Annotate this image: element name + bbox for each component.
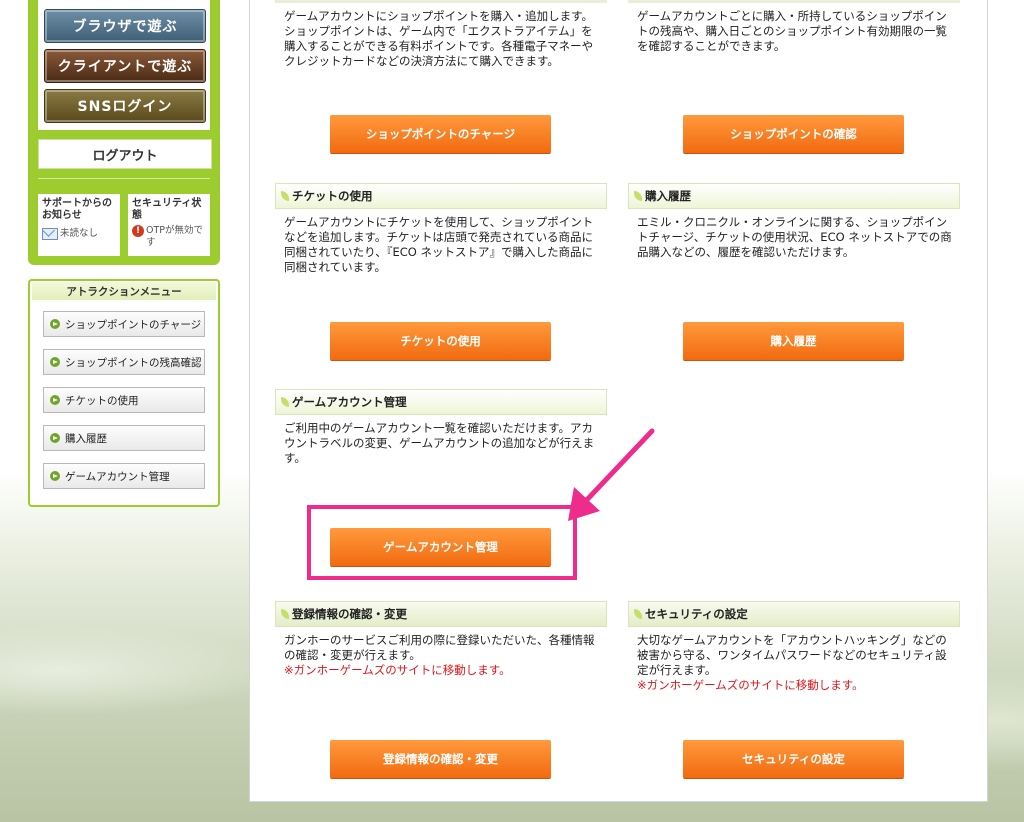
support-notice-box[interactable]: サポートからのお知らせ 未読なし	[38, 194, 120, 256]
shop-point-charge-button[interactable]: ショップポイントのチャージ	[330, 115, 551, 153]
security-status-box[interactable]: セキュリティ状態 ! OTPが無効です	[128, 194, 210, 256]
account-section-header: ゲームアカウント管理	[275, 389, 607, 415]
support-notice-status: 未読なし	[60, 228, 99, 239]
support-notice-title: サポートからのお知らせ	[42, 198, 112, 221]
menu-item-label: チケットの使用	[65, 394, 139, 407]
ticket-section-title: チケットの使用	[292, 189, 373, 203]
shop-point-confirm-button[interactable]: ショップポイントの確認	[683, 115, 904, 153]
security-status-text: OTPが無効です	[146, 225, 204, 248]
menu-item-ticket-use[interactable]: チケットの使用	[43, 387, 205, 413]
registration-external-note: ※ガンホーゲームズのサイトに移動します。	[284, 663, 511, 677]
menu-item-label: ショップポイントの残高確認	[65, 356, 202, 369]
play-in-client-button[interactable]: クライアントで遊ぶ	[44, 49, 206, 83]
security-description: 大切なゲームアカウントを「アカウントハッキング」などの被害から守る、ワンタイムパ…	[637, 633, 947, 677]
ticket-section-header: チケットの使用	[275, 183, 607, 209]
history-section-title: 購入履歴	[645, 189, 691, 203]
section-header-edge	[275, 0, 607, 3]
play-in-browser-button[interactable]: ブラウザで遊ぶ	[44, 9, 206, 43]
play-bullet-icon	[50, 319, 60, 329]
play-bullet-icon	[50, 395, 60, 405]
security-external-note: ※ガンホーゲームズのサイトに移動します。	[637, 678, 864, 692]
menu-item-game-account-management[interactable]: ゲームアカウント管理	[43, 463, 205, 489]
account-description: ご利用中のゲームアカウント一覧を確認いただけます。アカウントラベルの変更、ゲーム…	[284, 421, 595, 465]
security-settings-button[interactable]: セキュリティの設定	[683, 740, 904, 778]
play-bullet-icon	[50, 357, 60, 367]
confirm-description: ゲームアカウントごとに購入・所持しているショップポイントの残高や、購入日ごとのシ…	[637, 9, 948, 53]
leaf-icon	[281, 609, 289, 619]
pointer-arrow-icon	[568, 428, 655, 521]
purchase-history-button[interactable]: 購入履歴	[683, 322, 904, 360]
history-section-header: 購入履歴	[628, 183, 960, 209]
sns-login-button[interactable]: SNSログイン	[44, 89, 206, 123]
play-bullet-icon	[50, 471, 60, 481]
menu-item-label: ショップポイントのチャージ	[65, 318, 202, 331]
ticket-description: ゲームアカウントにチケットを使用して、ショップポイントなどを追加します。チケット…	[284, 215, 594, 274]
registration-info-button[interactable]: 登録情報の確認・変更	[330, 740, 551, 778]
attraction-menu-title: アトラクションメニュー	[32, 282, 216, 300]
play-bullet-icon	[50, 433, 60, 443]
menu-item-label: ゲームアカウント管理	[65, 470, 170, 483]
sidebar-divider	[38, 178, 210, 179]
leaf-icon	[281, 397, 289, 407]
security-description-block: 大切なゲームアカウントを「アカウントハッキング」などの被害から守る、ワンタイムパ…	[637, 633, 955, 693]
registration-description: ガンホーのサービスご利用の際に登録いただいた、各種情報の確認・変更が行えます。	[284, 633, 595, 662]
security-status-title: セキュリティ状態	[132, 198, 202, 221]
account-section-title: ゲームアカウント管理	[292, 395, 407, 409]
menu-item-shop-point-charge[interactable]: ショップポイントのチャージ	[43, 311, 205, 337]
registration-section-header: 登録情報の確認・変更	[275, 601, 607, 627]
menu-item-label: 購入履歴	[65, 432, 107, 445]
ticket-use-button[interactable]: チケットの使用	[330, 322, 551, 360]
registration-description-block: ガンホーのサービスご利用の際に登録いただいた、各種情報の確認・変更が行えます。 …	[284, 633, 602, 678]
logout-button[interactable]: ログアウト	[38, 139, 212, 169]
leaf-icon	[634, 609, 642, 619]
leaf-icon	[634, 191, 642, 201]
highlight-box	[307, 505, 577, 580]
section-header-edge	[628, 0, 960, 3]
menu-item-shop-point-balance[interactable]: ショップポイントの残高確認	[43, 349, 205, 375]
security-section-title: セキュリティの設定	[645, 607, 748, 621]
menu-item-purchase-history[interactable]: 購入履歴	[43, 425, 205, 451]
leaf-icon	[281, 191, 289, 201]
registration-section-title: 登録情報の確認・変更	[292, 607, 407, 621]
charge-description: ゲームアカウントにショップポイントを購入・追加します。ショップポイントは、ゲーム…	[284, 9, 594, 68]
warning-icon: !	[132, 225, 144, 237]
mail-icon	[42, 228, 58, 240]
security-section-header: セキュリティの設定	[628, 601, 960, 627]
history-description: エミル・クロニクル・オンラインに関する、ショップポイントチャージ、チケットの使用…	[637, 215, 952, 259]
